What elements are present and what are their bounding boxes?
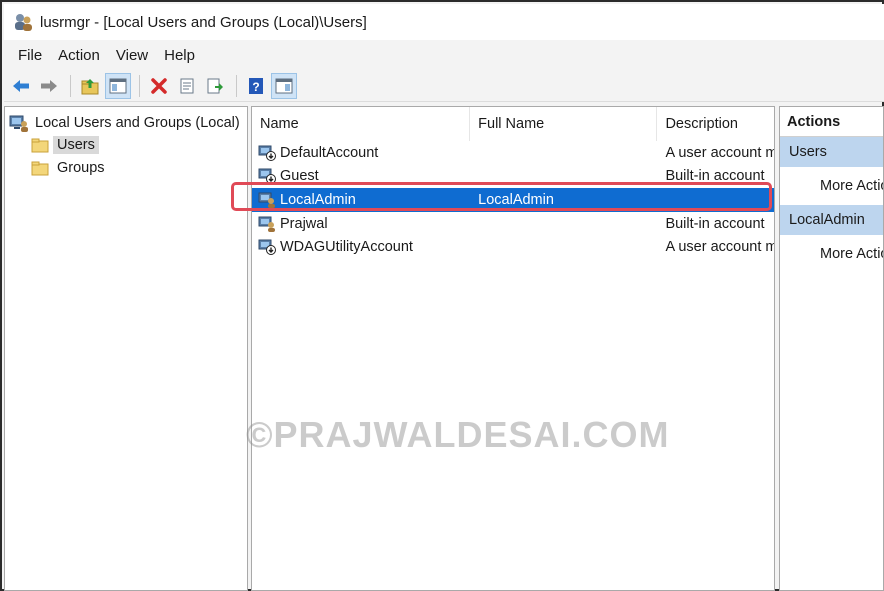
properties-button[interactable] (174, 73, 200, 99)
delete-button[interactable] (146, 73, 172, 99)
menu-file[interactable]: File (10, 43, 50, 68)
tree-root-local-users-and-groups[interactable]: Local Users and Groups (Local) (9, 113, 240, 133)
list-header: Name Full Name Description (252, 107, 774, 141)
user-description: A user account m (665, 144, 774, 161)
export-list-button[interactable] (202, 73, 228, 99)
up-folder-icon (81, 78, 99, 94)
properties-icon (180, 78, 194, 93)
user-description: Built-in account (665, 168, 765, 185)
tree-node-label: Groups (57, 160, 105, 176)
user-icon (258, 192, 275, 208)
table-row-selected[interactable]: LocalAdmin LocalAdmin (252, 188, 774, 212)
user-description: A user account m (665, 239, 774, 256)
user-disabled-icon (258, 145, 276, 161)
actions-pane: Actions Users More Actions LocalAdmin Mo… (779, 106, 884, 591)
user-name: Guest (280, 168, 319, 185)
export-list-icon (207, 78, 223, 93)
folder-icon (31, 161, 49, 176)
help-icon: ? (249, 77, 263, 94)
user-icon (258, 216, 275, 232)
tree-node-groups[interactable]: Groups (31, 157, 109, 179)
show-hide-tree-icon (109, 78, 127, 93)
console-tree-pane: Local Users and Groups (Local) Users Gro… (4, 106, 248, 591)
actions-title: Actions (780, 107, 883, 137)
show-hide-action-pane-icon (275, 78, 293, 93)
title-bar: lusrmgr - [Local Users and Groups (Local… (4, 4, 884, 40)
show-hide-console-tree-button[interactable] (105, 72, 131, 99)
toolbar-separator (236, 74, 237, 97)
user-disabled-icon (258, 239, 276, 256)
help-button[interactable]: ? (243, 73, 269, 99)
column-header-full-name[interactable]: Full Name (470, 107, 658, 141)
table-row[interactable]: Prajwal Built-in account (252, 212, 774, 236)
user-disabled-icon (258, 168, 276, 185)
app-window: lusrmgr - [Local Users and Groups (Local… (0, 0, 884, 591)
up-one-level-button[interactable] (77, 73, 103, 99)
menu-view[interactable]: View (108, 43, 156, 68)
back-arrow-icon (13, 79, 29, 92)
users-group-icon (15, 14, 32, 31)
result-list-pane: Name Full Name Description DefaultAccoun… (251, 106, 775, 591)
toolbar: ? (4, 70, 884, 102)
user-name: WDAGUtilityAccount (280, 239, 413, 256)
window-title: lusrmgr - [Local Users and Groups (Local… (40, 13, 367, 31)
more-actions-localadmin[interactable]: More Actions (780, 235, 883, 273)
users-group-icon (9, 115, 28, 132)
more-actions-users[interactable]: More Actions (780, 167, 883, 205)
back-button[interactable] (8, 73, 34, 99)
column-header-description[interactable]: Description (657, 107, 774, 141)
forward-button[interactable] (36, 73, 62, 99)
show-hide-action-pane-button[interactable] (271, 72, 297, 99)
column-header-name[interactable]: Name (252, 107, 471, 141)
menu-action[interactable]: Action (50, 43, 108, 68)
user-name: Prajwal (280, 215, 328, 232)
menu-bar: File Action View Help (4, 40, 884, 70)
actions-section-users[interactable]: Users (780, 137, 883, 167)
tree-node-label: Users (53, 136, 99, 154)
toolbar-separator (70, 74, 71, 97)
forward-arrow-icon (41, 79, 57, 92)
user-name: DefaultAccount (280, 144, 379, 161)
menu-help[interactable]: Help (156, 43, 203, 68)
tree-node-users[interactable]: Users (31, 134, 99, 156)
table-row[interactable]: DefaultAccount A user account m (252, 141, 774, 165)
delete-icon (151, 77, 167, 94)
user-list: DefaultAccount A user account m Guest Bu… (252, 141, 774, 259)
toolbar-separator (139, 74, 140, 97)
user-full-name: LocalAdmin (478, 191, 554, 208)
watermark: ©PRAJWALDESAI.COM (246, 414, 670, 455)
table-row[interactable]: WDAGUtilityAccount A user account m (252, 235, 774, 259)
user-description: Built-in account (665, 215, 765, 232)
user-name: LocalAdmin (280, 191, 356, 208)
svg-text:?: ? (252, 80, 259, 94)
actions-section-localadmin[interactable]: LocalAdmin (780, 205, 883, 235)
folder-icon (31, 138, 49, 153)
table-row[interactable]: Guest Built-in account (252, 165, 774, 189)
tree-root-label: Local Users and Groups (Local) (35, 115, 240, 131)
